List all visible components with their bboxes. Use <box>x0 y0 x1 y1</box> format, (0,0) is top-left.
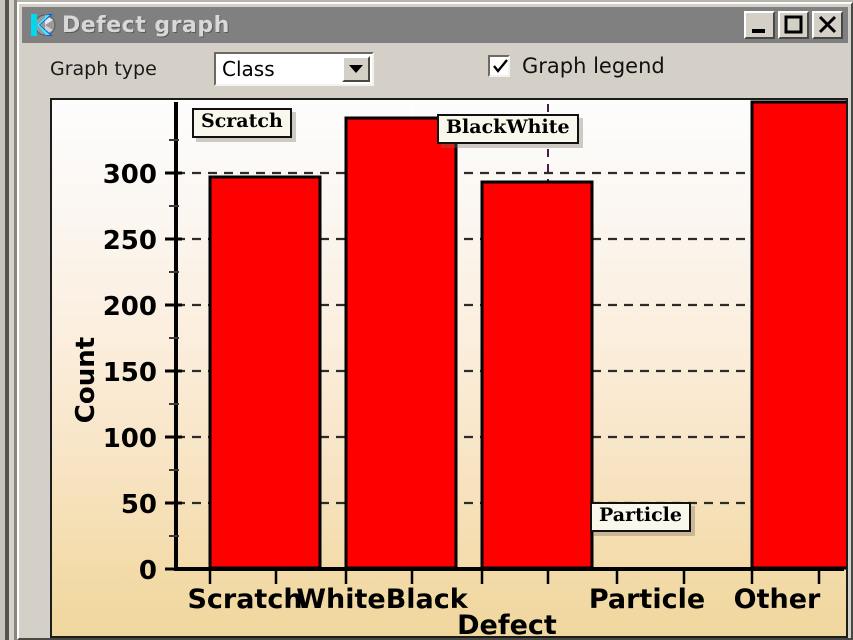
x-tick-label: WhiteBlack <box>296 584 469 615</box>
window-controls <box>744 11 848 39</box>
bar-blank <box>480 180 594 570</box>
desktop-backdrop: Defect graph Graph type Class Graph lege… <box>0 0 853 640</box>
graph-legend-checkbox-group[interactable]: Graph legend <box>488 54 665 78</box>
x-ticks <box>208 569 821 584</box>
chart-canvas: 0 50 100 150 200 250 300 Count Scratch W… <box>71 100 846 636</box>
graph-type-dropdown[interactable]: Class <box>214 52 374 86</box>
graph-type-label: Graph type <box>50 58 157 80</box>
graph-toolbar: Graph type Class Graph legend <box>22 46 848 94</box>
bar-whiteblack <box>344 116 458 570</box>
x-tick-label: Scratch <box>187 584 302 615</box>
y-tick-label: 150 <box>103 358 157 388</box>
x-tick-label: Particle <box>589 584 705 615</box>
k-logo-icon <box>28 11 56 39</box>
y-axis-title: Count <box>71 337 101 423</box>
close-button[interactable] <box>812 11 843 39</box>
bar-scratch <box>208 175 322 570</box>
bars <box>208 100 846 570</box>
y-tick-label: 50 <box>121 490 157 520</box>
defect-bar-chart: 0 50 100 150 200 250 300 Count Scratch W… <box>50 98 848 638</box>
y-tick-label: 200 <box>103 292 157 322</box>
window-titlebar[interactable]: Defect graph <box>22 7 848 43</box>
y-tick-label: 300 <box>103 160 157 190</box>
y-tick-label: 0 <box>139 556 157 586</box>
y-tick-labels: 0 50 100 150 200 250 300 <box>103 160 157 586</box>
graph-legend-checkbox[interactable] <box>488 55 510 77</box>
y-tick-label: 250 <box>103 226 157 256</box>
graph-legend-label: Graph legend <box>522 54 665 78</box>
x-axis-title: Defect <box>457 610 557 636</box>
minimize-button[interactable] <box>744 11 775 39</box>
maximize-button[interactable] <box>778 11 809 39</box>
defect-graph-window: Defect graph Graph type Class Graph lege… <box>17 2 853 640</box>
bar-other <box>750 100 846 570</box>
check-icon <box>493 59 508 73</box>
graph-type-value: Class <box>222 57 275 81</box>
window-title: Defect graph <box>62 12 230 38</box>
callout-scratch[interactable]: Scratch <box>192 108 292 138</box>
y-tick-label: 100 <box>103 424 157 454</box>
callout-particle[interactable]: Particle <box>590 502 691 532</box>
x-tick-label: Other <box>734 584 821 615</box>
callout-blackwhite[interactable]: BlackWhite <box>437 114 579 144</box>
y-major-ticks <box>165 171 182 571</box>
chevron-down-icon[interactable] <box>342 56 370 82</box>
